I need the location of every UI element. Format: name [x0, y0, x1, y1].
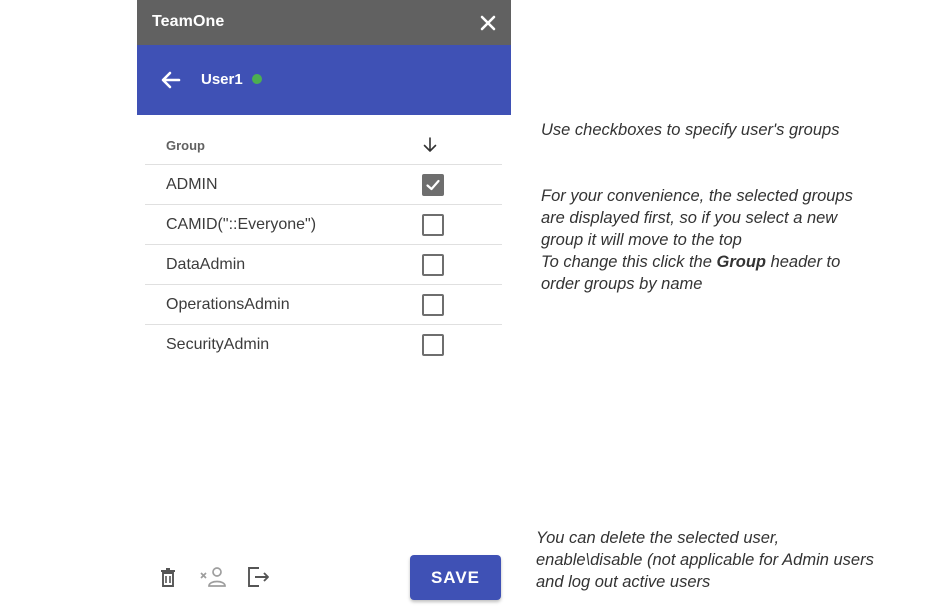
group-name: ADMIN: [166, 176, 218, 193]
group-column-header[interactable]: Group: [166, 138, 205, 153]
group-checkbox[interactable]: [422, 254, 444, 276]
actions-hint-line: enable\disable (not applicable for Admin…: [536, 551, 874, 569]
ordering-hint-line: To change this click the Group header to: [541, 251, 853, 273]
arrow-down-icon[interactable]: [421, 136, 439, 154]
group-name: SecurityAdmin: [166, 336, 270, 353]
checkbox-hint: Use checkboxes to specify user's groups: [541, 121, 840, 139]
panel-footer: SAVE: [137, 550, 511, 608]
logout-icon[interactable]: [246, 565, 270, 589]
table-row: OperationsAdmin: [145, 285, 502, 325]
group-checkbox[interactable]: [422, 334, 444, 356]
group-name: OperationsAdmin: [166, 296, 290, 313]
table-row: CAMID("::Everyone"): [145, 205, 502, 245]
online-status-icon: [252, 74, 262, 84]
user-name: User1: [201, 71, 243, 88]
group-keyword: Group: [716, 253, 767, 271]
save-button[interactable]: SAVE: [410, 555, 501, 600]
group-checkbox[interactable]: [422, 294, 444, 316]
close-icon[interactable]: [477, 12, 499, 34]
app-title: TeamOne: [152, 13, 225, 30]
actions-hint: You can delete the selected user, enable…: [536, 527, 874, 593]
group-checkbox[interactable]: [422, 174, 444, 196]
table-row: ADMIN: [145, 165, 502, 205]
disable-user-icon[interactable]: [200, 565, 226, 589]
table-row: DataAdmin: [145, 245, 502, 285]
ordering-hint-line: For your convenience, the selected group…: [541, 187, 853, 205]
group-name: DataAdmin: [166, 256, 246, 273]
group-checkbox[interactable]: [422, 214, 444, 236]
actions-hint-line: and log out active users: [536, 573, 711, 591]
title-bar: TeamOne: [137, 0, 511, 45]
ordering-hint-line: order groups by name: [541, 275, 703, 293]
user-groups-panel: TeamOne User1 Group ADMINCAMID("::Everyo…: [137, 0, 511, 608]
ordering-hint-line: are displayed first, so if you select a …: [541, 209, 838, 227]
ordering-hint: For your convenience, the selected group…: [541, 185, 853, 295]
back-arrow-icon[interactable]: [159, 68, 183, 92]
groups-table: Group ADMINCAMID("::Everyone")DataAdminO…: [145, 124, 502, 364]
table-header: Group: [145, 124, 502, 165]
trash-icon[interactable]: [156, 565, 180, 589]
ordering-hint-text: To change this click the: [541, 253, 717, 271]
actions-hint-line: You can delete the selected user,: [536, 529, 780, 547]
table-row: SecurityAdmin: [145, 325, 502, 364]
group-name: CAMID("::Everyone"): [166, 216, 317, 233]
ordering-hint-text: header to: [766, 253, 841, 271]
user-header: User1: [137, 45, 511, 115]
ordering-hint-line: group it will move to the top: [541, 231, 742, 249]
